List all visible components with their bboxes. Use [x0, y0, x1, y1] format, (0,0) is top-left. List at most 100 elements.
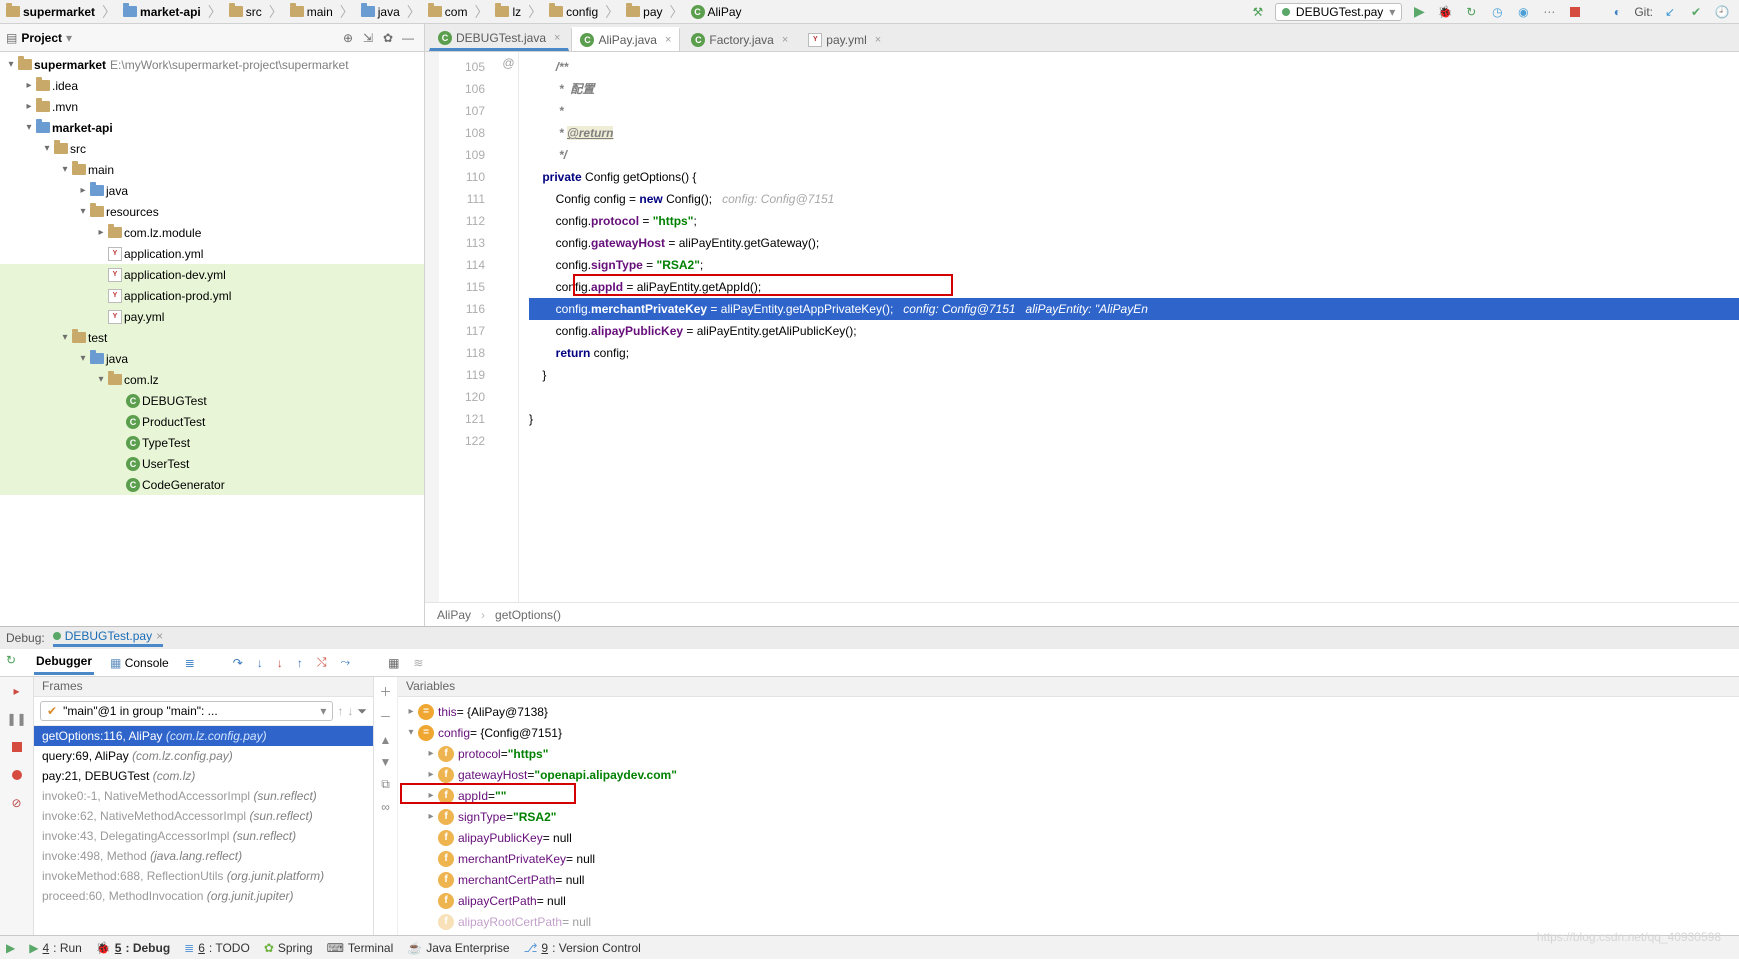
prev-frame-icon[interactable]: ↑ — [337, 704, 343, 718]
trail-class[interactable]: AliPay — [437, 608, 471, 622]
run-to-cursor-icon[interactable]: ⤳ — [340, 655, 350, 670]
hide-icon[interactable]: — — [398, 28, 418, 48]
git-history-icon[interactable]: 🕘 — [1713, 3, 1731, 21]
variable-row[interactable]: ▸fprotocol = "https" — [398, 743, 1739, 764]
close-icon[interactable]: × — [875, 34, 881, 46]
tab-console[interactable]: ▦ Console — [108, 652, 171, 674]
frame-row[interactable]: getOptions:116, AliPay (com.lz.config.pa… — [34, 726, 373, 746]
status-item[interactable]: ☕Java Enterprise — [407, 941, 509, 955]
trail-method[interactable]: getOptions() — [495, 608, 561, 622]
force-step-into-icon[interactable]: ↓ — [277, 656, 283, 670]
tree-node[interactable]: ▾java — [0, 348, 424, 369]
breadcrumb-item[interactable]: supermarket — [4, 5, 97, 19]
tree-node[interactable]: CProductTest — [0, 411, 424, 432]
locate-icon[interactable]: ⊕ — [338, 28, 358, 48]
project-title[interactable]: Project — [21, 31, 62, 45]
status-item[interactable]: ⎇ 9: Version Control — [524, 941, 641, 955]
variable-row[interactable]: ▸=this = {AliPay@7138} — [398, 701, 1739, 722]
variable-row[interactable]: falipayPublicKey = null — [398, 827, 1739, 848]
tab-debugger[interactable]: Debugger — [34, 650, 94, 675]
debug-icon[interactable]: 🐞 — [1436, 3, 1454, 21]
trace-icon[interactable]: ≋ — [413, 656, 423, 670]
tree-node[interactable]: CTypeTest — [0, 432, 424, 453]
editor-tab[interactable]: CFactory.java× — [682, 27, 797, 51]
breadcrumb-item[interactable]: pay — [624, 5, 664, 19]
tree-node[interactable]: ▾com.lz — [0, 369, 424, 390]
attach-icon[interactable]: ⋯ — [1540, 3, 1558, 21]
run-arrow-icon[interactable]: ▶ — [6, 941, 15, 955]
down-icon[interactable]: ▼ — [380, 755, 392, 769]
breadcrumb-item[interactable]: main — [288, 5, 335, 19]
tree-node[interactable]: ▾supermarket E:\myWork\supermarket-proje… — [0, 54, 424, 75]
stop-icon[interactable] — [7, 737, 27, 757]
frame-row[interactable]: invokeMethod:688, ReflectionUtils (org.j… — [34, 866, 373, 886]
profile-icon[interactable]: ◷ — [1488, 3, 1506, 21]
thread-dump-icon[interactable]: ≣ — [185, 656, 195, 670]
step-over-icon[interactable]: ↷ — [233, 656, 243, 670]
mute-breakpoints-icon[interactable]: ⊘ — [7, 793, 27, 813]
frames-list[interactable]: getOptions:116, AliPay (com.lz.config.pa… — [34, 726, 373, 935]
run-icon[interactable]: ▶ — [1410, 3, 1428, 21]
step-out-icon[interactable]: ↑ — [297, 656, 303, 670]
new-watch-icon[interactable]: ＋ — [379, 683, 391, 700]
tree-node[interactable]: CDEBUGTest — [0, 390, 424, 411]
git-update-icon[interactable]: ↙ — [1661, 3, 1679, 21]
up-icon[interactable]: ▲ — [380, 733, 392, 747]
tree-node[interactable]: ▾resources — [0, 201, 424, 222]
status-item[interactable]: ✿Spring — [264, 941, 313, 955]
editor-breadcrumb[interactable]: AliPay › getOptions() — [425, 602, 1739, 626]
tree-node[interactable]: Yapplication-prod.yml — [0, 285, 424, 306]
project-tree[interactable]: ▾supermarket E:\myWork\supermarket-proje… — [0, 52, 424, 626]
breadcrumb-item[interactable]: com — [426, 5, 470, 19]
frame-row[interactable]: proceed:60, MethodInvocation (org.junit.… — [34, 886, 373, 906]
editor-tab[interactable]: Ypay.yml× — [799, 27, 890, 51]
status-item[interactable]: 🐞 5: Debug — [96, 941, 170, 955]
build-icon[interactable]: ⚒ — [1249, 3, 1267, 21]
tree-node[interactable]: CUserTest — [0, 453, 424, 474]
breadcrumb-item[interactable]: config — [547, 5, 600, 19]
close-icon[interactable]: × — [782, 34, 788, 46]
status-item[interactable]: ≣ 6: TODO — [184, 941, 250, 955]
step-into-icon[interactable]: ↓ — [257, 656, 263, 670]
frame-row[interactable]: query:69, AliPay (com.lz.config.pay) — [34, 746, 373, 766]
tree-node[interactable]: ▸.mvn — [0, 96, 424, 117]
tree-node[interactable]: ▸com.lz.module — [0, 222, 424, 243]
frame-row[interactable]: invoke0:-1, NativeMethodAccessorImpl (su… — [34, 786, 373, 806]
git-commit-icon[interactable]: ✔ — [1687, 3, 1705, 21]
resume-icon[interactable]: ▸ — [7, 681, 27, 701]
tree-node[interactable]: ▾market-api — [0, 117, 424, 138]
stop-icon[interactable] — [1566, 3, 1584, 21]
tree-node[interactable]: Ypay.yml — [0, 306, 424, 327]
evaluate-icon[interactable]: ▦ — [388, 656, 399, 670]
frame-row[interactable]: invoke:498, Method (java.lang.reflect) — [34, 846, 373, 866]
settings-icon[interactable]: ✿ — [378, 28, 398, 48]
variable-row[interactable]: fmerchantCertPath = null — [398, 869, 1739, 890]
variable-row[interactable]: ▾=config = {Config@7151} — [398, 722, 1739, 743]
variable-row[interactable]: falipayCertPath = null — [398, 890, 1739, 911]
tree-node[interactable]: Yapplication-dev.yml — [0, 264, 424, 285]
coverage-icon[interactable]: ↻ — [1462, 3, 1480, 21]
update-icon[interactable]: ◐ — [1608, 3, 1626, 21]
breakpoint-gutter[interactable] — [425, 52, 439, 602]
breadcrumb-item[interactable]: lz — [493, 5, 523, 19]
breadcrumb-item[interactable]: java — [359, 5, 402, 19]
status-item[interactable]: ⌨Terminal — [327, 941, 394, 955]
filter-icon[interactable]: ⏷ — [357, 704, 367, 719]
debug-session-tab[interactable]: DEBUGTest.pay × — [53, 629, 163, 647]
glasses-icon[interactable]: ∞ — [381, 800, 390, 814]
frame-row[interactable]: invoke:62, NativeMethodAccessorImpl (sun… — [34, 806, 373, 826]
status-item[interactable]: ▶ 4: Run — [29, 941, 82, 955]
close-icon[interactable]: × — [665, 34, 671, 46]
view-breakpoints-icon[interactable] — [7, 765, 27, 785]
next-frame-icon[interactable]: ↓ — [347, 704, 353, 718]
breadcrumb-item[interactable]: src — [227, 5, 264, 19]
tree-node[interactable]: ▸.idea — [0, 75, 424, 96]
variable-row[interactable]: falipayRootCertPath = null — [398, 911, 1739, 932]
code-area[interactable]: /** * 配置 * * @return */ private Config g… — [519, 52, 1739, 602]
variable-row[interactable]: fmerchantPrivateKey = null — [398, 848, 1739, 869]
copy-icon[interactable]: ⧉ — [381, 777, 390, 792]
rerun-icon[interactable]: ↻ — [6, 653, 16, 667]
tree-node[interactable]: Yapplication.yml — [0, 243, 424, 264]
concurrency-icon[interactable]: ◉ — [1514, 3, 1532, 21]
tree-node[interactable]: CCodeGenerator — [0, 474, 424, 495]
